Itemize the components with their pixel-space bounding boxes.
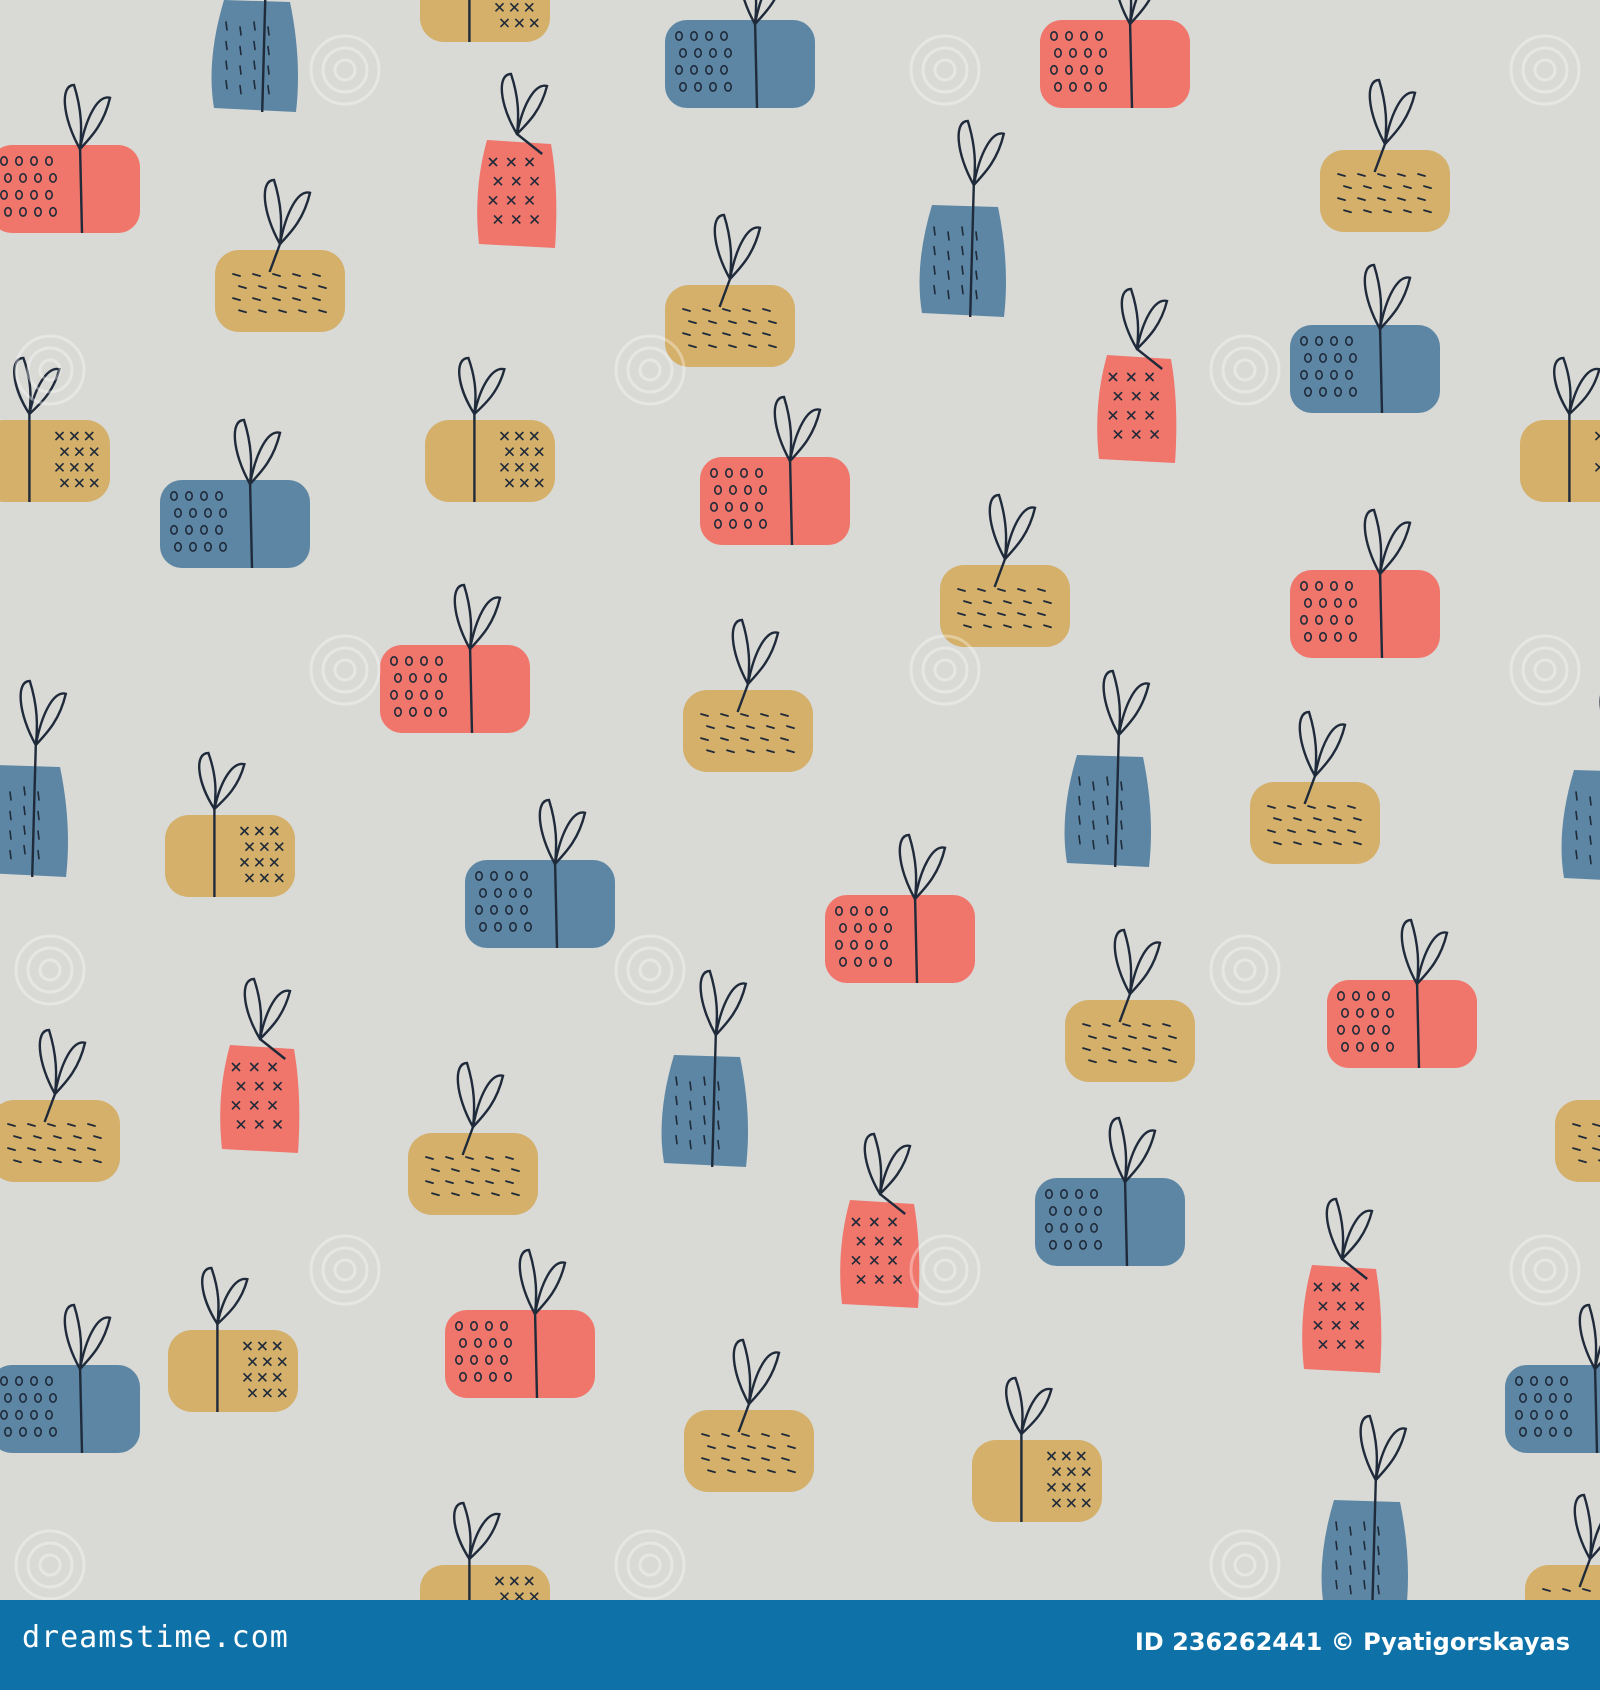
gift-icon	[1561, 695, 1600, 880]
gift-icon	[661, 969, 748, 1168]
gift-icon	[465, 798, 615, 949]
pattern-canvas	[0, 0, 1600, 1600]
gift-icon	[1035, 1116, 1185, 1267]
spiral-logo-icon	[309, 1234, 381, 1306]
spiral-logo-icon	[309, 634, 381, 706]
gift-icon	[1520, 356, 1600, 502]
gift-icon	[211, 0, 298, 113]
spiral-logo-icon	[1509, 1234, 1581, 1306]
gift-icon	[408, 1061, 538, 1215]
gift-icon	[825, 833, 975, 984]
gift-icon	[700, 395, 850, 546]
gift-pattern	[0, 0, 1600, 1600]
spiral-logo-icon	[14, 1529, 86, 1600]
gift-icon	[1040, 0, 1190, 109]
gift-icon	[0, 1303, 140, 1454]
spiral-logo-icon	[909, 1234, 981, 1306]
gift-icon	[1290, 263, 1440, 414]
gift-icon	[1250, 710, 1380, 864]
spiral-logo-icon	[614, 1529, 686, 1600]
gift-icon	[972, 1376, 1102, 1522]
gift-icon	[445, 1248, 595, 1399]
gift-icon	[420, 1501, 550, 1600]
spiral-logo-icon	[1209, 334, 1281, 406]
gift-icon	[220, 977, 300, 1153]
gift-icon	[1555, 1100, 1600, 1182]
spiral-logo-icon	[1509, 34, 1581, 106]
gift-icon	[168, 1266, 298, 1412]
gift-icon	[684, 1338, 814, 1492]
gift-icon	[0, 1028, 120, 1182]
gift-icon	[0, 679, 68, 878]
spiral-logo-icon	[1209, 934, 1281, 1006]
gift-icon	[1097, 287, 1177, 463]
stock-footer: dreamstime.com ID 236262441 © Pyatigorsk…	[0, 1600, 1600, 1690]
gift-icon	[1290, 508, 1440, 659]
gift-icon	[1327, 918, 1477, 1069]
gift-icon	[1065, 928, 1195, 1082]
gift-icon	[477, 72, 557, 248]
gift-icon	[160, 418, 310, 569]
spiral-logo-icon	[614, 334, 686, 406]
gift-icon	[683, 618, 813, 772]
spiral-logo-icon	[614, 934, 686, 1006]
gift-icon	[425, 356, 555, 502]
gift-icon	[1064, 669, 1151, 868]
gift-icon	[940, 493, 1070, 647]
gift-icon	[420, 0, 550, 42]
spiral-logo-icon	[1509, 634, 1581, 706]
gift-icon	[1320, 78, 1450, 232]
gift-icon	[0, 83, 140, 234]
spiral-logo-icon	[14, 934, 86, 1006]
gift-icon	[919, 119, 1006, 318]
gift-icon	[665, 0, 815, 109]
gift-icon	[1525, 1493, 1600, 1600]
gift-icon	[840, 1132, 920, 1308]
gift-icon	[665, 213, 795, 367]
gift-icon	[165, 751, 295, 897]
gift-icon	[1321, 1414, 1408, 1600]
gift-icon	[1505, 1303, 1600, 1454]
footer-credit: ID 236262441 © Pyatigorskayas	[1134, 1628, 1570, 1656]
spiral-logo-icon	[309, 34, 381, 106]
gift-icon	[215, 178, 345, 332]
gift-icon	[1302, 1197, 1382, 1373]
footer-brand: dreamstime.com	[22, 1620, 289, 1655]
spiral-logo-icon	[909, 634, 981, 706]
spiral-logo-icon	[1209, 1529, 1281, 1600]
gift-icon	[380, 583, 530, 734]
spiral-logo-icon	[909, 34, 981, 106]
